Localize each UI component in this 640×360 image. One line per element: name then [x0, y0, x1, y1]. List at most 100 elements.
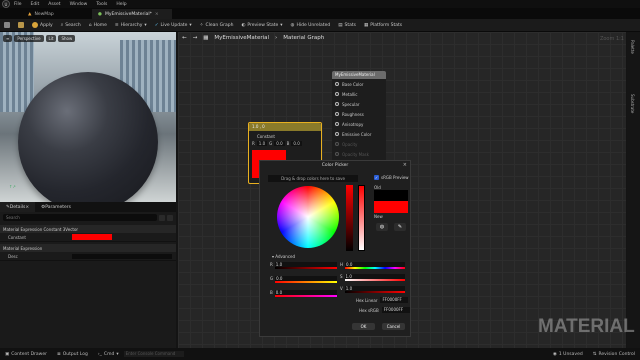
stats-label: Stats [344, 22, 356, 28]
output-log-button[interactable]: ≣ Output Log [52, 352, 93, 357]
substrate-tab[interactable]: Substrate [630, 94, 635, 113]
menu-file[interactable]: File [14, 2, 22, 7]
r-label: R [252, 141, 255, 146]
tab-parameters[interactable]: ⚙ Parameters [35, 202, 77, 212]
pin-base-color[interactable]: Base Color [332, 79, 386, 89]
tab-newmap[interactable]: ▲ NewMap [22, 9, 84, 19]
platform-stats-button[interactable]: ▦ Platform Stats [360, 20, 406, 31]
unsaved-indicator[interactable]: ◉ 1 Unsaved [548, 352, 588, 357]
preview-viewport[interactable]: ≡ Perspective Lit Show ↑↗ [0, 32, 176, 202]
apply-button[interactable]: Apply [28, 20, 57, 31]
pin-anisotropy[interactable]: Anisotropy [332, 119, 386, 129]
lit-button[interactable]: Lit [45, 35, 57, 42]
stats-button[interactable]: ▤ Stats [334, 20, 360, 31]
close-icon[interactable]: × [403, 161, 407, 170]
new-color-label: New [374, 214, 383, 219]
palette-tab[interactable]: Palette [630, 40, 635, 54]
desc-input[interactable] [72, 253, 172, 259]
revision-control-label: Revision Control [598, 351, 635, 357]
hex-linear-input[interactable]: FF0000FF [380, 297, 409, 303]
show-button[interactable]: Show [58, 35, 76, 42]
perspective-button[interactable]: Perspective [14, 35, 44, 42]
cancel-button[interactable]: Cancel [382, 323, 405, 330]
breadcrumb-material[interactable]: MyEmissiveMaterial [214, 35, 269, 41]
menu-bar: U File Edit Asset Window Tools Help [0, 0, 640, 8]
console-command-input[interactable]: Enter Console Command [123, 351, 184, 357]
close-tab-icon[interactable]: × [155, 12, 159, 17]
menu-tools[interactable]: Tools [96, 2, 107, 7]
menu-help[interactable]: Help [116, 2, 126, 7]
tab-material[interactable]: ● MyEmissiveMaterial* × [92, 9, 172, 19]
search-button[interactable]: ⌕ Search [57, 20, 85, 31]
pin-metallic[interactable]: Metallic [332, 89, 386, 99]
cmd-dropdown[interactable]: ›_ Cmd ▾ [93, 352, 124, 357]
pin-dot-icon [335, 102, 339, 106]
s-input[interactable]: 1.0 [344, 274, 405, 281]
h-input[interactable]: 0.0 [345, 262, 406, 269]
r-value[interactable]: 1.0 [256, 141, 268, 146]
pin-opacity-mask: Opacity Mask [332, 149, 386, 159]
g-gradient [275, 281, 338, 283]
output-log-icon: ≣ [56, 351, 61, 357]
content-drawer-button[interactable]: ▣ Content Drawer [0, 352, 52, 357]
hierarchy-button[interactable]: ≡ Hierarchy ▾ [111, 20, 151, 31]
pin-specular[interactable]: Specular [332, 99, 386, 109]
r-input[interactable]: 1.0 [274, 262, 337, 269]
g-input[interactable]: 0.0 [275, 276, 338, 283]
home-button[interactable]: ⌂ Home [85, 20, 111, 31]
details-search-input[interactable]: Search [3, 214, 157, 221]
clean-graph-button[interactable]: ✧ Clean Graph [196, 20, 238, 31]
close-icon[interactable]: × [25, 205, 29, 210]
ok-button[interactable]: OK [352, 323, 375, 330]
chevron-down-icon: ▾ [189, 22, 192, 28]
live-update-button[interactable]: ✓ Live Update ▾ [151, 20, 196, 31]
advanced-toggle[interactable]: ▾ Advanced [272, 254, 295, 259]
unreal-logo-icon[interactable]: U [2, 0, 10, 8]
save-button[interactable] [0, 20, 14, 31]
color-picker-titlebar[interactable]: Color Picker × [260, 161, 410, 170]
pin-roughness[interactable]: Roughness [332, 109, 386, 119]
g-value[interactable]: 0.0 [274, 141, 285, 146]
srgb-preview-toggle[interactable]: ✓ sRGB Preview [374, 175, 409, 180]
viewport-menu-button[interactable]: ≡ [3, 35, 13, 42]
b-value[interactable]: 0.0 [291, 141, 302, 146]
category-header[interactable]: Material Expression [0, 244, 176, 252]
menu-edit[interactable]: Edit [31, 2, 40, 7]
material-output-node[interactable]: MyEmissiveMaterial Base Color Metallic S… [332, 71, 386, 161]
forward-arrow-icon[interactable]: → [193, 35, 198, 41]
preview-state-button[interactable]: ◐ Preview State ▾ [237, 20, 286, 31]
constant-color-swatch[interactable] [72, 234, 112, 240]
content-drawer-label: Content Drawer [11, 351, 47, 357]
pin-dot-icon [335, 112, 339, 116]
color-drop-zone[interactable]: Drag & drop colors here to save [268, 175, 358, 182]
eyedropper-button[interactable]: ✎ [394, 223, 406, 231]
eyedropper-icon: ✎ [397, 224, 403, 230]
pin-label: Base Color [342, 81, 364, 87]
menu-window[interactable]: Window [70, 2, 88, 7]
pin-emissive-color[interactable]: Emissive Color [332, 129, 386, 139]
settings-icon[interactable] [167, 214, 173, 221]
right-side-tabs: Palette Substrate [627, 32, 640, 348]
color-wheel[interactable] [277, 186, 339, 248]
b-input[interactable]: 0.0 [274, 290, 337, 297]
theme-button[interactable]: ◍ [376, 223, 388, 231]
node-title: 1.0 , 0 [249, 123, 321, 131]
hex-srgb-input[interactable]: FF0000FF [381, 307, 410, 313]
pin-label: Anisotropy [342, 121, 364, 127]
value-slider[interactable] [358, 185, 365, 251]
saturation-slider[interactable] [346, 185, 353, 251]
dialog-title: Color Picker [321, 163, 349, 168]
hex-linear-row: Hex Linear FF0000FF [356, 297, 409, 303]
v-input[interactable]: 1.0 [344, 286, 405, 293]
hide-unrelated-button[interactable]: ◍ Hide Unrelated [287, 20, 335, 31]
tab-parameters-label: Parameters [45, 204, 71, 210]
watermark-text: MATERIAL [538, 316, 635, 337]
view-options-icon[interactable] [159, 214, 165, 221]
category-header[interactable]: Material Expression Constant 3Vector [0, 225, 176, 233]
menu-asset[interactable]: Asset [48, 2, 60, 7]
tab-details[interactable]: ✎ Details × [0, 202, 36, 212]
back-arrow-icon[interactable]: ← [182, 35, 187, 41]
browse-button[interactable] [14, 20, 28, 31]
breadcrumb-graph[interactable]: Material Graph [283, 35, 324, 41]
revision-control-button[interactable]: ⇅ Revision Control [588, 352, 640, 357]
